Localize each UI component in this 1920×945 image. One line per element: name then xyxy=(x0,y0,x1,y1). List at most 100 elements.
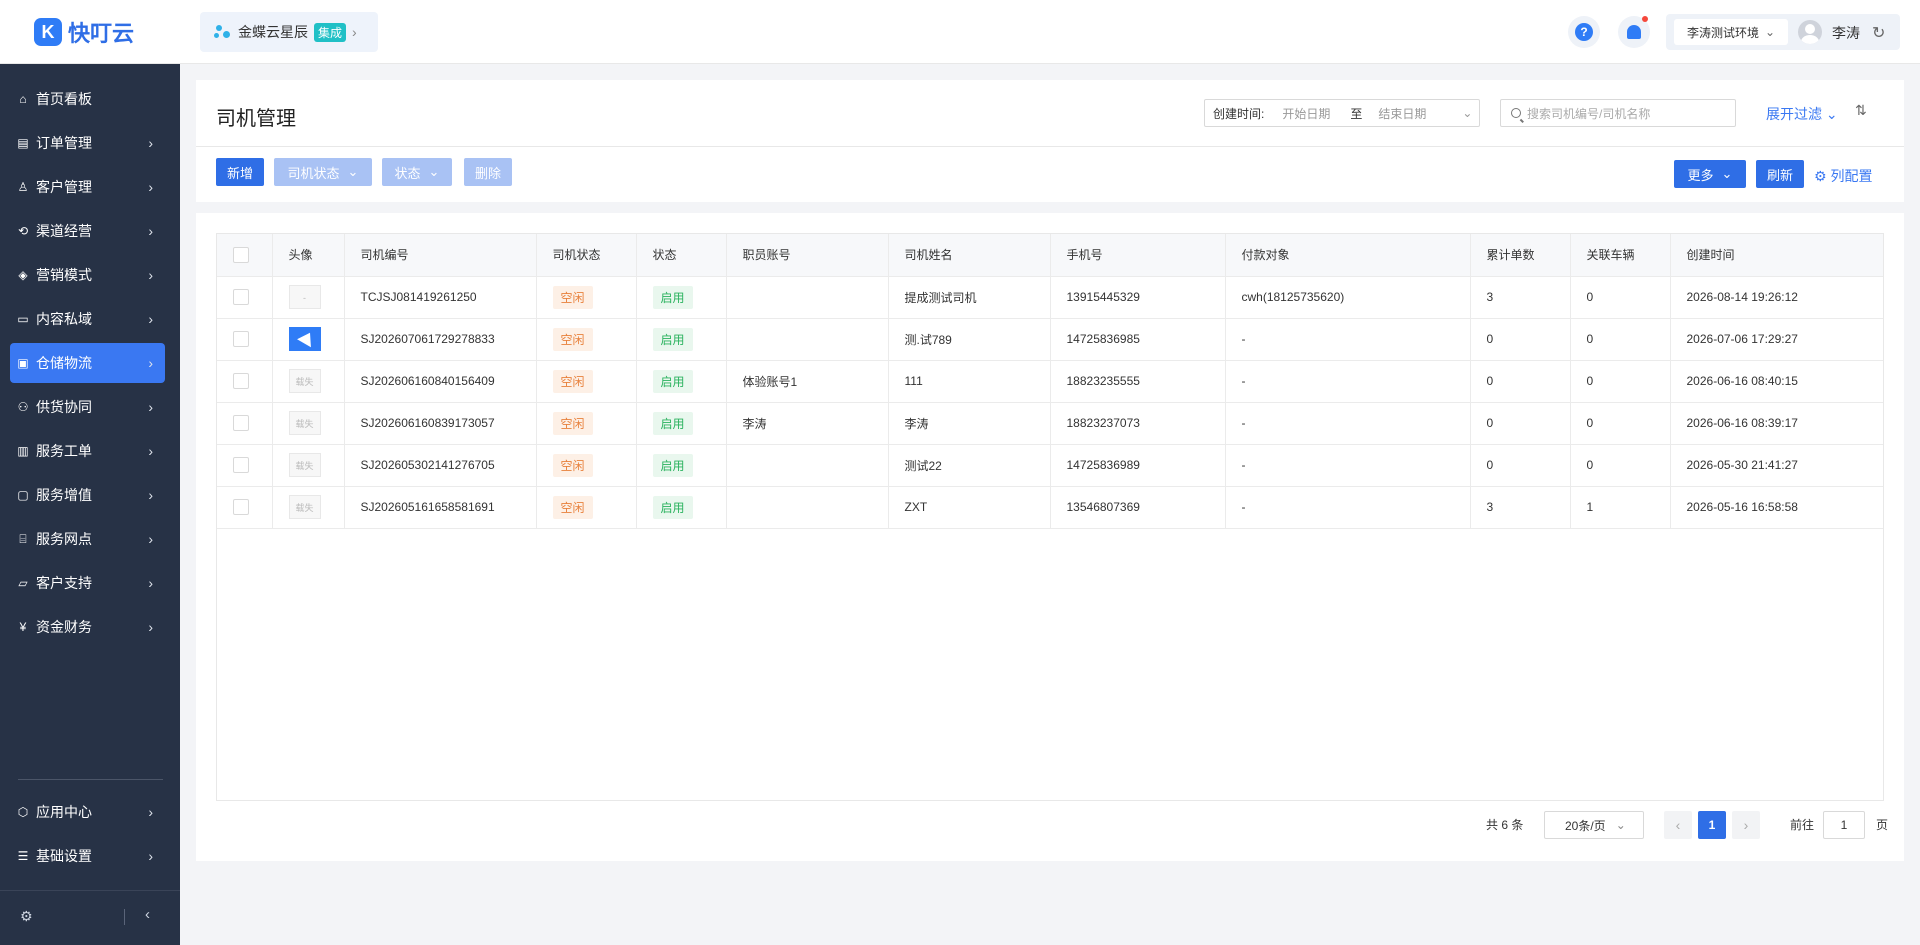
column-config-link[interactable]: ⚙ 列配置 xyxy=(1814,166,1872,186)
table-row[interactable]: 载失 SJ202605161658581691 空闲 启用 ZXT 135468… xyxy=(217,486,1883,529)
sidebar-item-supply[interactable]: ⚇ 供货协同 › xyxy=(10,387,165,427)
sidebar-item-app-center[interactable]: ⬡ 应用中心 › xyxy=(10,792,165,832)
column-header: 司机姓名 xyxy=(888,234,1051,277)
logo-icon: K xyxy=(34,18,62,46)
sidebar-item-home[interactable]: ⌂ 首页看板 xyxy=(10,79,165,119)
sidebar-item-label: 应用中心 xyxy=(36,804,92,820)
box-icon: ▣ xyxy=(17,356,29,370)
status-cell: 启用 xyxy=(636,318,727,361)
sort-icon[interactable]: ⇅ xyxy=(1855,102,1867,119)
row-select-cell xyxy=(217,444,273,487)
refresh-icon[interactable]: ↻ xyxy=(1872,23,1885,43)
row-checkbox[interactable] xyxy=(233,457,249,473)
search-placeholder: 搜索司机编号/司机名称 xyxy=(1527,106,1651,121)
chevron-right-icon: › xyxy=(148,443,153,459)
chevron-right-icon: › xyxy=(148,267,153,283)
status-badge: 启用 xyxy=(652,453,693,477)
driver-code: SJ202606160840156409 xyxy=(344,360,537,403)
driver-status-label: 司机状态 xyxy=(287,165,340,181)
help-button[interactable]: ? xyxy=(1568,16,1600,48)
sidebar-item-label: 首页看板 xyxy=(36,91,92,107)
goto-label: 前往 xyxy=(1790,818,1815,832)
driver-avatar: - xyxy=(288,285,321,309)
status-cell: 启用 xyxy=(636,444,727,487)
driver-name: ZXT xyxy=(888,486,1051,529)
delete-button[interactable]: 删除 xyxy=(464,158,512,186)
next-page-button[interactable]: › xyxy=(1732,811,1760,839)
table-row[interactable]: 载失 SJ202606160839173057 空闲 启用 李涛 李涛 1882… xyxy=(217,402,1883,445)
document-icon: ▥ xyxy=(17,444,29,458)
chevron-right-icon: › xyxy=(148,487,153,503)
driver-status-cell: 空闲 xyxy=(536,360,637,403)
date-end-input[interactable]: 结束日期 xyxy=(1378,105,1452,122)
driver-name: 111 xyxy=(888,360,1051,403)
sidebar-item-service-orders[interactable]: ▥ 服务工单 › xyxy=(10,431,165,471)
more-button[interactable]: 更多 ⌄ xyxy=(1674,160,1746,188)
row-checkbox[interactable] xyxy=(233,331,249,347)
expand-filter-link[interactable]: 展开过滤 ⌄ xyxy=(1766,104,1838,124)
column-header: 头像 xyxy=(272,234,345,277)
payee: - xyxy=(1225,486,1471,529)
page-size-label: 20条/页 xyxy=(1565,818,1606,833)
column-config-label: 列配置 xyxy=(1830,168,1873,184)
order-count: 0 xyxy=(1470,318,1571,361)
table-row[interactable]: 载失 SJ202605302141276705 空闲 启用 测试22 14725… xyxy=(217,444,1883,487)
driver-status-cell: 空闲 xyxy=(536,276,637,319)
table-row[interactable]: SJ202607061729278833 空闲 启用 测.试789 147258… xyxy=(217,318,1883,361)
sidebar-item-orders[interactable]: ▤ 订单管理 › xyxy=(10,123,165,163)
select-all-checkbox[interactable] xyxy=(233,246,249,263)
date-start-input[interactable]: 开始日期 xyxy=(1272,105,1350,122)
staff-account: 李涛 xyxy=(726,402,889,445)
notification-button[interactable] xyxy=(1618,16,1650,48)
top-bar: K 快叮云 金蝶云星辰 集成 › ? 李涛测试环境 ⌄ 李涛 ↻ xyxy=(0,0,1920,64)
bell-icon xyxy=(1627,25,1641,39)
search-input[interactable]: 搜索司机编号/司机名称 xyxy=(1500,99,1736,127)
table-row[interactable]: - TCJSJ081419261250 空闲 启用 提成测试司机 1391544… xyxy=(217,276,1883,319)
sidebar-item-label: 服务网点 xyxy=(36,531,92,547)
sidebar-item-customers[interactable]: ♙ 客户管理 › xyxy=(10,167,165,207)
row-checkbox[interactable] xyxy=(233,415,249,431)
staff-account xyxy=(726,486,889,529)
sidebar-item-finance[interactable]: ¥ 资金财务 › xyxy=(10,607,165,647)
app-logo[interactable]: K 快叮云 xyxy=(34,16,134,48)
status-button[interactable]: 状态 ⌄ xyxy=(382,158,452,186)
payee: - xyxy=(1225,318,1471,361)
environment-select[interactable]: 李涛测试环境 ⌄ xyxy=(1674,19,1788,45)
driver-status-badge: 空闲 xyxy=(552,495,593,519)
chevron-right-icon: › xyxy=(148,311,153,327)
vehicle-count: 0 xyxy=(1570,444,1671,487)
page-1-button[interactable]: 1 xyxy=(1698,811,1726,839)
goto-page-input[interactable]: 1 xyxy=(1823,811,1865,839)
table-row[interactable]: 载失 SJ202606160840156409 空闲 启用 体验账号1 111 … xyxy=(217,360,1883,403)
staff-account xyxy=(726,276,889,319)
sidebar-item-outlets[interactable]: ⌸ 服务网点 › xyxy=(10,519,165,559)
user-name[interactable]: 李涛 xyxy=(1832,23,1860,43)
created-time: 2026-08-14 19:26:12 xyxy=(1670,276,1883,319)
sidebar-item-value-added[interactable]: ▢ 服务增值 › xyxy=(10,475,165,515)
date-range-picker[interactable]: 创建时间: 开始日期 至 结束日期 ⌄ xyxy=(1204,99,1480,127)
sidebar-item-support[interactable]: ▱ 客户支持 › xyxy=(10,563,165,603)
add-button[interactable]: 新增 xyxy=(216,158,264,186)
sidebar-item-channels[interactable]: ⟲ 渠道经营 › xyxy=(10,211,165,251)
integration-chip[interactable]: 金蝶云星辰 集成 › xyxy=(200,12,378,52)
avatar[interactable] xyxy=(1798,20,1822,44)
sidebar-item-label: 仓储物流 xyxy=(36,355,92,371)
chevron-right-icon: › xyxy=(352,24,357,40)
page-size-select[interactable]: 20条/页 ⌄ xyxy=(1544,811,1644,839)
column-header: 创建时间 xyxy=(1670,234,1883,277)
sidebar-item-warehouse[interactable]: ▣ 仓储物流 › xyxy=(10,343,165,383)
row-checkbox[interactable] xyxy=(233,289,249,305)
collapse-sidebar-icon[interactable]: ‹ xyxy=(145,906,150,923)
prev-page-button[interactable]: ‹ xyxy=(1664,811,1692,839)
sidebar-item-marketing[interactable]: ◈ 营销模式 › xyxy=(10,255,165,295)
sidebar-item-settings[interactable]: ☰ 基础设置 › xyxy=(10,836,165,876)
driver-status-cell: 空闲 xyxy=(536,402,637,445)
driver-status-button[interactable]: 司机状态 ⌄ xyxy=(274,158,372,186)
gear-icon[interactable]: ⚙ xyxy=(20,908,33,925)
refresh-button[interactable]: 刷新 xyxy=(1756,160,1804,188)
row-checkbox[interactable] xyxy=(233,499,249,515)
row-checkbox[interactable] xyxy=(233,373,249,389)
sidebar-item-label: 服务工单 xyxy=(36,443,92,459)
sidebar-item-content[interactable]: ▭ 内容私域 › xyxy=(10,299,165,339)
driver-table: 头像 司机编号 司机状态 状态 职员账号 司机姓名 手机号 付款对象 累计单数 … xyxy=(216,233,1884,801)
